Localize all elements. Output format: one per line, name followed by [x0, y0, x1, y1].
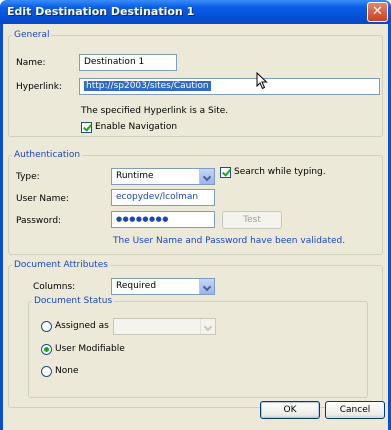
dialog-window: Edit Destination Destination 1 ✕ General… [0, 0, 391, 430]
ok-button[interactable]: OK [260, 401, 320, 419]
document-status-legend: Document Status [34, 296, 113, 306]
username-value: ecopydev/lcolman [116, 192, 199, 202]
hyperlink-input[interactable]: http://sp2003/sites/Caution [79, 78, 380, 95]
enable-navigation-checkbox[interactable] [81, 122, 92, 133]
hyperlink-status: The specified Hyperlink is a Site. [81, 106, 229, 116]
name-input[interactable]: Destination 1 [79, 54, 177, 71]
assigned-as-select[interactable] [113, 318, 216, 335]
name-label: Name: [16, 58, 46, 68]
hyperlink-value: http://sp2003/sites/Caution [84, 81, 211, 91]
password-input[interactable]: ●●●●●●●● [111, 211, 215, 228]
enable-navigation-label: Enable Navigation [95, 122, 178, 132]
search-while-typing-label: Search while typing. [234, 167, 326, 177]
document-attributes-legend: Document Attributes [14, 260, 108, 270]
window-title: Edit Destination Destination 1 [7, 5, 195, 18]
chevron-down-icon[interactable] [200, 319, 215, 334]
assigned-as-label: Assigned as [55, 321, 109, 331]
auth-status-message: The User Name and Password have been val… [113, 236, 346, 246]
type-label: Type: [16, 172, 40, 182]
none-radio[interactable] [41, 366, 52, 377]
user-modifiable-radio[interactable] [41, 344, 52, 355]
none-label: None [55, 366, 79, 376]
type-select[interactable]: Runtime [111, 168, 215, 185]
type-value: Runtime [116, 171, 154, 181]
assigned-as-radio[interactable] [41, 321, 52, 332]
chevron-down-icon[interactable] [199, 169, 214, 184]
close-icon: ✕ [372, 4, 383, 19]
user-modifiable-label: User Modifiable [55, 344, 125, 354]
columns-value: Required [116, 281, 157, 291]
password-label: Password: [16, 216, 62, 226]
general-legend: General [14, 30, 50, 40]
title-bar[interactable]: Edit Destination Destination 1 ✕ [0, 0, 391, 24]
mouse-cursor-icon [256, 72, 268, 90]
password-value: ●●●●●●●● [116, 215, 169, 223]
username-label: User Name: [16, 194, 69, 204]
hyperlink-label: Hyperlink: [16, 82, 62, 92]
dialog-client: General Name: Destination 1 Hyperlink: h… [3, 24, 388, 430]
name-value: Destination 1 [84, 57, 145, 67]
chevron-down-icon[interactable] [199, 279, 214, 294]
username-input[interactable]: ecopydev/lcolman [111, 189, 215, 206]
columns-label: Columns: [33, 282, 76, 292]
authentication-legend: Authentication [14, 150, 81, 160]
test-button[interactable]: Test [222, 211, 282, 229]
cancel-button[interactable]: Cancel [325, 401, 385, 419]
search-while-typing-checkbox[interactable] [220, 167, 231, 178]
columns-select[interactable]: Required [111, 278, 215, 295]
close-button[interactable]: ✕ [367, 2, 388, 22]
